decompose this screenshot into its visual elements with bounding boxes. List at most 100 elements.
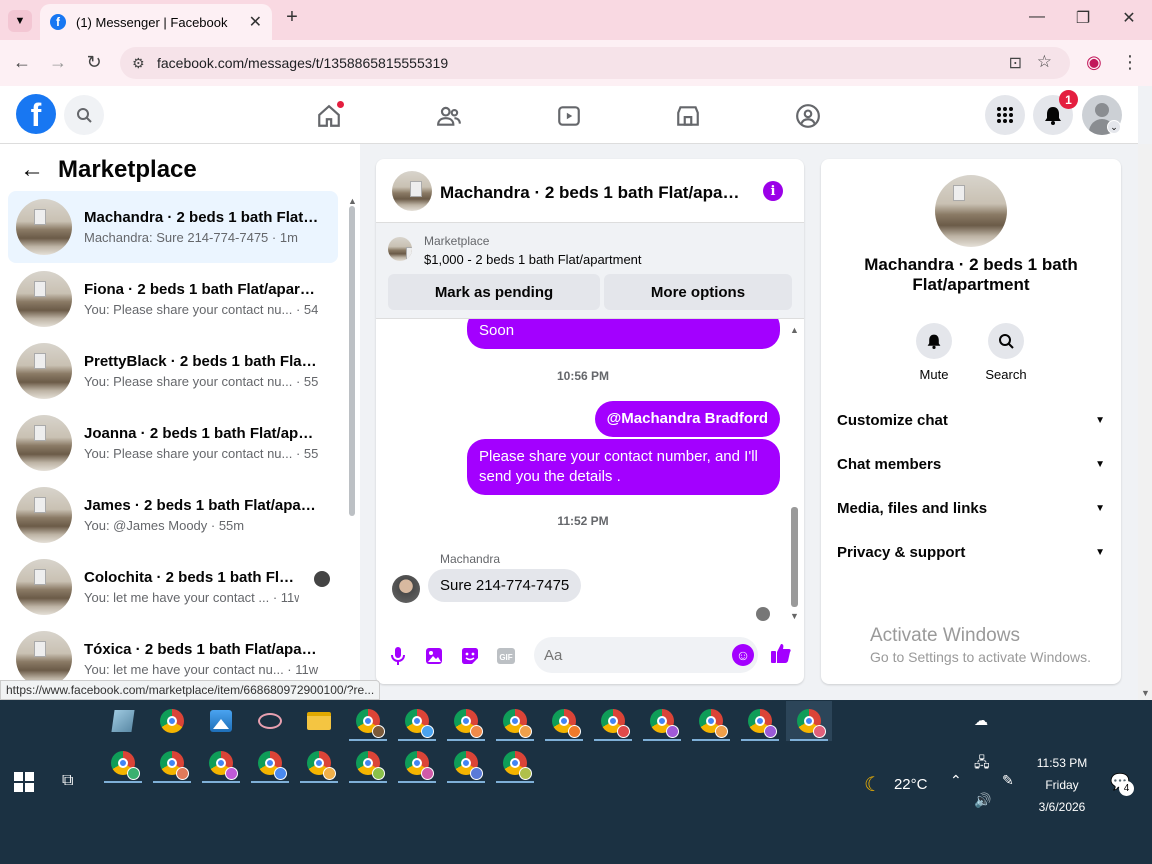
conversation-item-joanna[interactable]: Joanna · 2 beds 1 bath Flat/apartment You… [8, 407, 338, 479]
taskbar-chrome-profile-15[interactable] [296, 743, 342, 783]
task-view-icon[interactable]: ⧉ [62, 772, 73, 790]
volume-icon[interactable]: 🔊 [974, 792, 991, 809]
taskbar-chrome-profile-14[interactable] [247, 743, 293, 783]
more-options-button[interactable]: More options [604, 274, 792, 310]
tray-onedrive-icon[interactable]: ☁ [974, 712, 988, 729]
taskbar-app-photos[interactable] [198, 701, 244, 741]
message-input[interactable] [534, 637, 758, 673]
show-hidden-icons-icon[interactable]: ⌃ [950, 772, 962, 789]
conversation-item-prettyblack[interactable]: PrettyBlack · 2 beds 1 bath Flat/apartme… [8, 335, 338, 407]
bookmark-star-icon[interactable]: ☆ [1037, 52, 1052, 72]
taskbar-chrome-profile-8[interactable] [688, 701, 734, 741]
weather-temperature: 22°C [893, 776, 928, 793]
minimize-icon[interactable]: — [1025, 8, 1049, 26]
incoming-message[interactable]: Sure 214-774-7475 [428, 569, 582, 602]
media-files-links-section[interactable]: Media, files and links ▼ [837, 486, 1105, 530]
site-settings-icon[interactable]: ⚙ [132, 55, 145, 72]
windows-taskbar: ⧉ ☾ 22°C ☁ ⌃ 🖧 ✎ 🔊 11:53 PM Friday 3/6/2… [0, 700, 1152, 864]
taskbar-app-chrome[interactable] [149, 701, 195, 741]
weather-widget[interactable]: ☾ 22°C [864, 772, 927, 797]
conversation-item-machandra[interactable]: Machandra · 2 beds 1 bath Flat/apartment… [8, 191, 338, 263]
back-arrow-icon[interactable]: ← [20, 156, 44, 184]
info-icon[interactable]: i [763, 181, 783, 201]
reload-icon[interactable]: ↻ [82, 52, 106, 73]
browser-tab[interactable]: f (1) Messenger | Facebook ✕ [40, 4, 272, 40]
menu-grid-icon[interactable] [985, 95, 1025, 135]
url-field[interactable]: ⚙ facebook.com/messages/t/13588658155553… [120, 47, 1070, 79]
friends-icon[interactable] [435, 102, 463, 130]
network-icon[interactable]: 🖧 [974, 752, 990, 776]
taskbar-chrome-profile-11[interactable] [100, 743, 146, 783]
taskbar-chrome-profile-13[interactable] [198, 743, 244, 783]
taskbar-chrome-profile-9[interactable] [737, 701, 783, 741]
marketplace-icon[interactable] [674, 102, 702, 130]
windows-start-icon[interactable] [14, 772, 34, 792]
taskbar-chrome-profile-3[interactable] [443, 701, 489, 741]
forward-icon[interactable]: → [46, 52, 70, 73]
taskbar-app-snipping[interactable] [247, 701, 293, 741]
taskbar-chrome-profile-1[interactable] [345, 701, 391, 741]
facebook-logo[interactable]: f [16, 94, 56, 134]
restore-icon[interactable]: ❐ [1071, 8, 1095, 28]
profile-icon[interactable]: ◉ [1082, 52, 1106, 73]
taskbar-chrome-profile-4[interactable] [492, 701, 538, 741]
taskbar-app-file-explorer[interactable] [296, 701, 342, 741]
outgoing-message[interactable]: Soon [467, 319, 780, 349]
conversation-item-james[interactable]: James · 2 beds 1 bath Flat/apartment You:… [8, 479, 338, 551]
taskbar-chrome-profile-6[interactable] [590, 701, 636, 741]
notifications-bell-icon[interactable]: 1 [1033, 90, 1078, 135]
photo-icon[interactable] [423, 645, 445, 667]
back-icon[interactable]: ← [10, 52, 34, 73]
install-app-icon[interactable]: ⊡ [1009, 53, 1022, 73]
search-button[interactable]: Search [976, 323, 1036, 382]
mute-button[interactable]: Mute [904, 323, 964, 382]
taskbar-chrome-profile-19[interactable] [492, 743, 538, 783]
outgoing-mention-message[interactable]: @Machandra Bradford [594, 401, 780, 437]
conversation-item-colochita[interactable]: Colochita · 2 beds 1 bath Flat/apartment… [8, 551, 338, 623]
outgoing-message[interactable]: Please share your contact number, and I'… [467, 439, 780, 495]
taskbar-chrome-profile-17[interactable] [394, 743, 440, 783]
taskbar-chrome-profile-2[interactable] [394, 701, 440, 741]
listing-price[interactable]: $1,000 - 2 beds 1 bath Flat/apartment [424, 252, 642, 267]
taskbar-chrome-profile-5[interactable] [541, 701, 587, 741]
tab-close-icon[interactable]: ✕ [249, 12, 262, 32]
clock-day: Friday [1045, 778, 1079, 792]
taskbar-chrome-profile-10[interactable] [786, 701, 832, 741]
sidebar-scrollbar[interactable]: ▲ [347, 196, 357, 516]
sender-avatar[interactable] [392, 575, 420, 603]
watch-video-icon[interactable] [555, 102, 583, 130]
chat-scrollbar[interactable]: ▲ ▼ [788, 325, 800, 621]
home-notification-dot [336, 100, 345, 109]
tab-search-button[interactable]: ▼ [8, 10, 32, 32]
emoji-icon[interactable]: ☺ [732, 644, 754, 666]
page-scrollbar[interactable]: ▼ [1138, 144, 1152, 700]
privacy-support-section[interactable]: Privacy & support ▼ [837, 530, 1105, 574]
chat-thumbnail [392, 171, 432, 211]
system-clock[interactable]: 11:53 PM Friday 3/6/2026 [1030, 752, 1094, 818]
taskbar-chrome-profile-18[interactable] [443, 743, 489, 783]
chevron-down-icon: ▼ [1095, 414, 1105, 426]
home-icon[interactable] [315, 100, 345, 130]
chat-header[interactable]: Machandra · 2 beds 1 bath Flat/apartment… [376, 159, 804, 223]
groups-icon[interactable] [794, 102, 822, 130]
listing-banner: Marketplace $1,000 - 2 beds 1 bath Flat/… [376, 223, 804, 319]
message-timestamp: 11:52 PM [557, 514, 609, 528]
browser-menu-icon[interactable]: ⋮ [1118, 52, 1142, 73]
new-tab-icon[interactable]: + [280, 6, 304, 29]
sticker-icon[interactable] [459, 645, 481, 667]
microphone-icon[interactable] [387, 645, 409, 667]
close-window-icon[interactable]: ✕ [1117, 8, 1141, 28]
account-chevron-icon[interactable]: ⌄ [1107, 120, 1121, 134]
taskbar-chrome-profile-7[interactable] [639, 701, 685, 741]
pen-icon[interactable]: ✎ [1002, 772, 1014, 789]
taskbar-app-notes[interactable] [100, 701, 146, 741]
thumbs-up-icon[interactable] [770, 642, 792, 670]
gif-icon[interactable]: GIF [495, 645, 517, 667]
chat-members-section[interactable]: Chat members ▼ [837, 442, 1105, 486]
customize-chat-section[interactable]: Customize chat ▼ [837, 398, 1105, 442]
taskbar-chrome-profile-12[interactable] [149, 743, 195, 783]
taskbar-chrome-profile-16[interactable] [345, 743, 391, 783]
mark-as-pending-button[interactable]: Mark as pending [388, 274, 600, 310]
facebook-search-icon[interactable] [64, 95, 104, 135]
conversation-item-fiona[interactable]: Fiona · 2 beds 1 bath Flat/apartment You:… [8, 263, 338, 335]
